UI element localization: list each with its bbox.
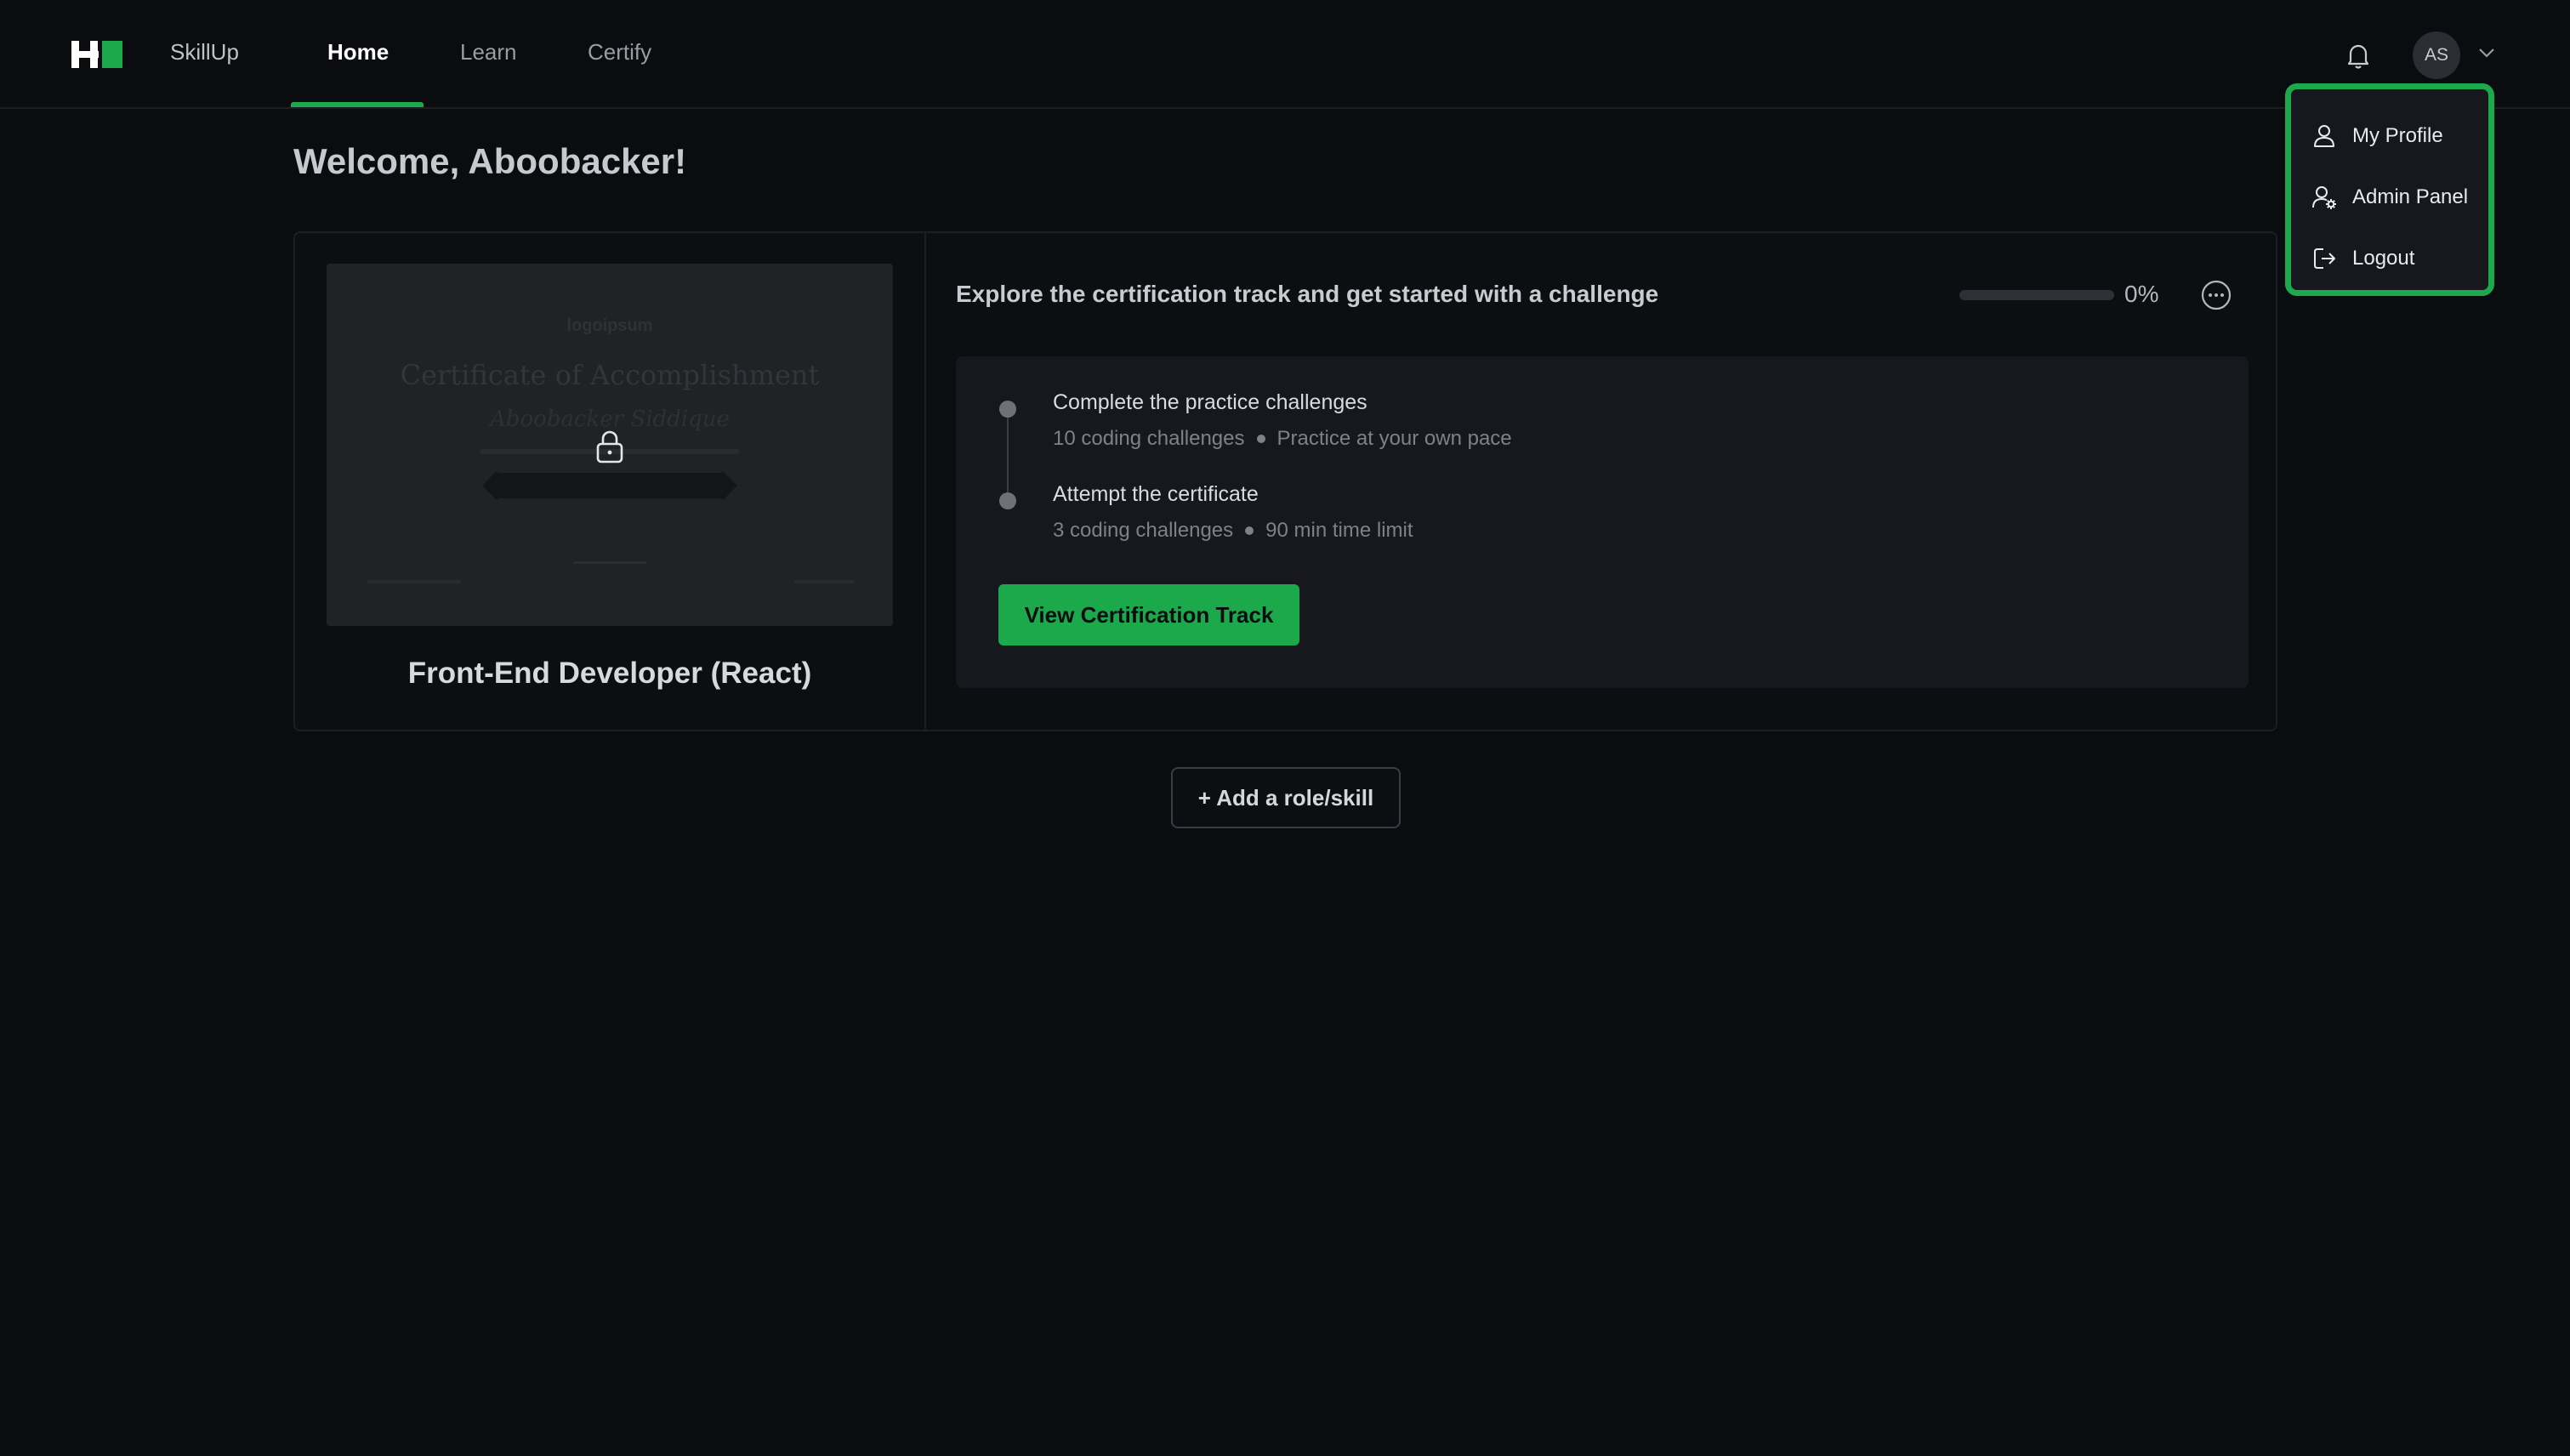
role-card-left: logoipsum Certificate of Accomplishment …	[295, 233, 926, 730]
card-heading: Explore the certification track and get …	[956, 281, 1659, 307]
certificate-footer-line	[367, 580, 461, 583]
logout-icon	[2314, 248, 2335, 269]
certificate-logo: logoipsum	[566, 316, 653, 335]
tab-home[interactable]: Home	[327, 39, 389, 65]
role-card: logoipsum Certificate of Accomplishment …	[293, 231, 2277, 731]
role-name: Front-End Developer (React)	[407, 657, 812, 690]
add-role-skill-button[interactable]: + Add a role/skill	[1171, 767, 1401, 828]
tab-certify[interactable]: Certify	[588, 39, 651, 65]
step-meta-item: 3 coding challenges	[1053, 519, 1234, 542]
certificate-preview: logoipsum Certificate of Accomplishment …	[327, 264, 893, 626]
certificate-title: Certificate of Accomplishment	[400, 359, 820, 391]
steps-connector	[1007, 409, 1009, 501]
page-title: Welcome, Aboobacker!	[293, 141, 687, 181]
meta-separator	[1256, 435, 1265, 443]
step-meta-item: 90 min time limit	[1265, 519, 1413, 542]
step-title: Attempt the certificate	[1053, 482, 1259, 506]
menu-item-logout[interactable]: Logout	[2311, 242, 2414, 276]
user-icon	[2314, 125, 2334, 147]
certificate-signature	[573, 536, 646, 564]
progress-bar	[1959, 290, 2114, 300]
meta-separator	[1245, 526, 1254, 535]
step-meta-item: 10 coding challenges	[1053, 427, 1245, 450]
step-title: Complete the practice challenges	[1053, 390, 1367, 414]
menu-item-my-profile[interactable]: My Profile	[2311, 119, 2443, 153]
avatar[interactable]: AS	[2413, 31, 2460, 79]
menu-item-admin-panel[interactable]: Admin Panel	[2311, 180, 2468, 214]
hackerrank-logo[interactable]	[71, 41, 122, 68]
active-tab-indicator	[291, 102, 424, 107]
progress-percent: 0%	[2124, 281, 2159, 307]
certification-track-panel: Complete the practice challenges 10 codi…	[956, 356, 2249, 688]
step-meta-item: Practice at your own pace	[1276, 427, 1512, 450]
user-gear-icon	[2312, 186, 2336, 209]
user-menu-dropdown: My Profile Admin Panel Logout	[2285, 83, 2494, 296]
top-navigation: SkillUp Home Learn Certify AS	[0, 0, 2570, 109]
brand-skillup[interactable]: SkillUp	[170, 39, 239, 65]
certificate-footer-line	[794, 580, 854, 583]
step-meta: 10 coding challenges Practice at your ow…	[1053, 427, 1512, 451]
view-certification-track-button[interactable]: View Certification Track	[998, 584, 1299, 646]
step-marker	[999, 492, 1016, 509]
lock-icon	[596, 430, 623, 464]
chevron-down-icon[interactable]	[2476, 46, 2497, 60]
notification-bell-icon[interactable]	[2345, 41, 2372, 70]
step-meta: 3 coding challenges 90 min time limit	[1053, 519, 1413, 543]
certificate-ribbon	[497, 473, 723, 498]
menu-item-label: Admin Panel	[2352, 185, 2469, 208]
tab-learn[interactable]: Learn	[460, 39, 517, 65]
menu-item-label: My Profile	[2352, 124, 2443, 147]
more-options-icon[interactable]	[2200, 279, 2232, 311]
menu-item-label: Logout	[2352, 247, 2415, 270]
step-marker	[999, 401, 1016, 418]
